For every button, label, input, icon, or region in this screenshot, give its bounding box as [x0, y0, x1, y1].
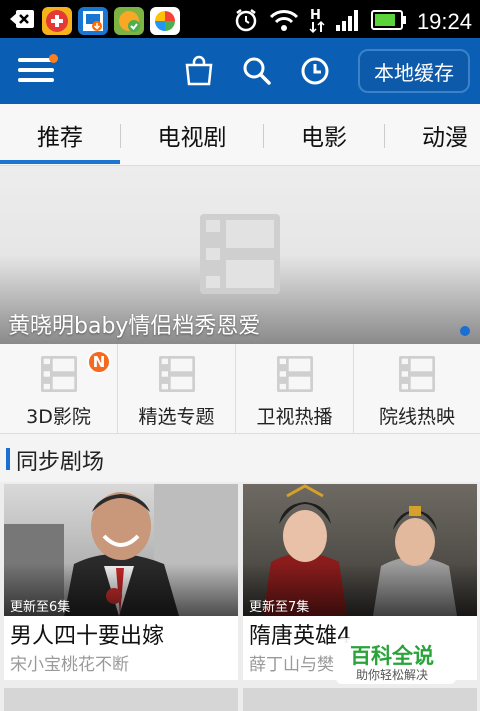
category-label: 3D影院 [26, 406, 91, 428]
bag-icon[interactable] [182, 54, 216, 88]
tab-movies[interactable]: 电影 [264, 104, 384, 166]
local-cache-button[interactable]: 本地缓存 [358, 49, 470, 93]
tab-label: 推荐 [37, 125, 83, 151]
tab-anime[interactable]: 动漫 [385, 104, 480, 166]
signal-icon [335, 8, 361, 36]
category-label: 院线热映 [378, 406, 455, 428]
quick-categories: 3D影院 N 精选专题 卫视热播 院线热映 [0, 344, 480, 434]
download-app-icon [78, 7, 108, 35]
watermark-logo: 百科全说 助你轻松解决 [336, 638, 456, 684]
alarm-icon [233, 7, 259, 37]
h-network-icon: H [309, 6, 325, 38]
film-placeholder-icon [200, 214, 280, 298]
back-arrow-icon [8, 5, 36, 37]
battery-icon [370, 9, 407, 35]
new-badge: N [87, 350, 111, 374]
category-featured-topics[interactable]: 精选专题 [118, 344, 236, 434]
section-header: 同步剧场 [0, 434, 480, 482]
search-icon[interactable] [240, 54, 274, 88]
show-title: 男人四十要出嫁 [10, 624, 165, 649]
color-app-icon [150, 7, 180, 35]
watermark-subtitle: 助你轻松解决 [356, 668, 429, 682]
show-card-partial[interactable] [243, 688, 477, 711]
show-card[interactable]: 更新至6集 男人四十要出嫁 宋小宝桃花不断 [4, 484, 238, 680]
section-accent-bar [6, 448, 10, 470]
menu-icon-line [18, 78, 54, 82]
show-subtitle: 薛丁山与樊 [249, 655, 334, 675]
tab-recommended[interactable]: 推荐 [0, 104, 120, 166]
tab-label: 电视剧 [157, 125, 227, 151]
banner-title: 黄晓明baby情侣档秀恩爱 [8, 314, 261, 339]
clock-time: 19:24 [416, 9, 472, 34]
episode-update: 更新至6集 [10, 600, 71, 615]
selected-tab-indicator [0, 160, 120, 164]
film-icon [276, 356, 313, 392]
local-cache-label: 本地缓存 [374, 60, 454, 85]
menu-icon-line [18, 68, 54, 72]
history-icon[interactable] [298, 54, 332, 88]
film-icon [158, 356, 195, 392]
notification-dot [49, 54, 58, 63]
episode-update: 更新至7集 [249, 600, 310, 615]
notification-icons [8, 5, 180, 37]
section-title: 同步剧场 [16, 450, 105, 475]
sync-app-icon [114, 7, 144, 35]
show-card-partial[interactable] [4, 688, 238, 711]
svg-text:H: H [310, 8, 321, 23]
category-label: 卫视热播 [256, 406, 333, 428]
wifi-icon [269, 8, 299, 36]
featured-banner[interactable]: 黄晓明baby情侣档秀恩爱 [0, 166, 480, 344]
film-icon [399, 356, 435, 392]
status-bar: H 19:24 [0, 0, 480, 38]
category-theater-hits[interactable]: 院线热映 [354, 344, 480, 434]
system-status: H 19:24 [233, 6, 472, 38]
app-bar: 本地缓存 [0, 38, 480, 104]
category-tabs: 推荐 电视剧 电影 动漫 [0, 104, 480, 166]
tab-label: 电影 [301, 125, 347, 151]
film-icon [40, 356, 77, 392]
menu-button[interactable] [18, 54, 58, 86]
category-label: 精选专题 [138, 406, 215, 428]
category-satellite-hits[interactable]: 卫视热播 [236, 344, 354, 434]
category-3d-cinema[interactable]: 3D影院 N [0, 344, 118, 434]
show-subtitle: 宋小宝桃花不断 [10, 655, 129, 675]
add-app-icon [42, 7, 72, 35]
tab-tv-series[interactable]: 电视剧 [121, 104, 263, 166]
tab-label: 动漫 [422, 125, 468, 151]
banner-page-indicator [460, 326, 470, 336]
